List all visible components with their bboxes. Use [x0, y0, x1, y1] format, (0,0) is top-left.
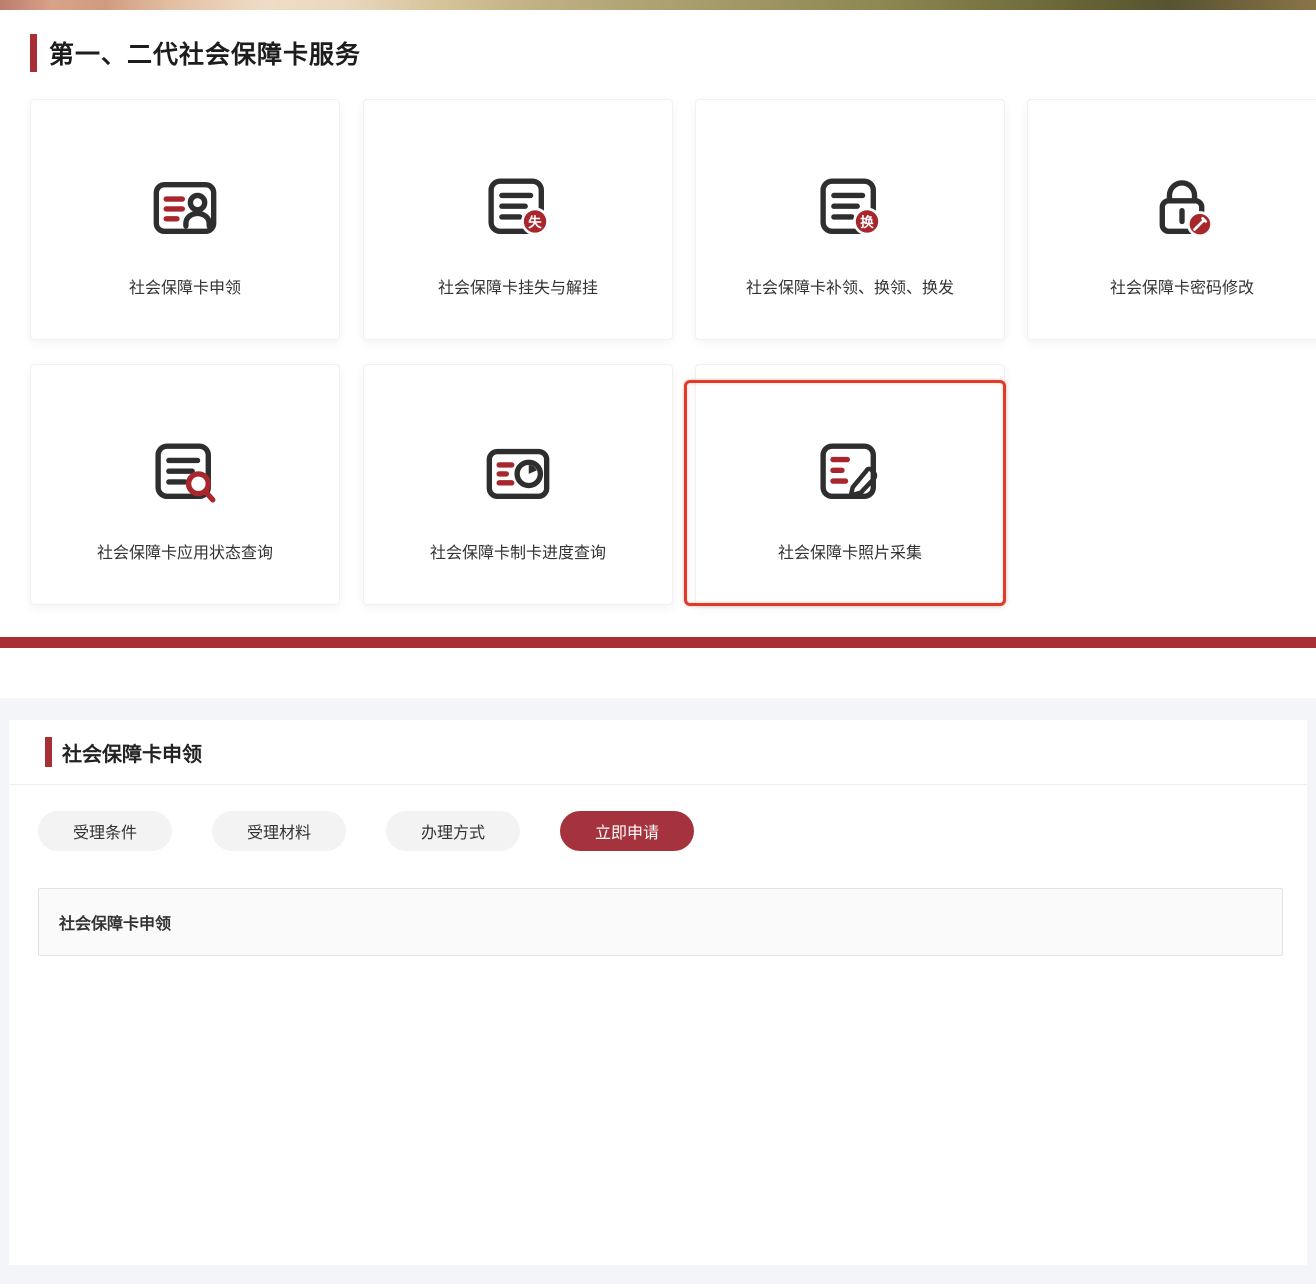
- lock-edit-icon: [1139, 160, 1225, 256]
- service-card-status-query[interactable]: 社会保障卡应用状态查询: [30, 364, 340, 605]
- panel-title: 社会保障卡申领: [62, 738, 202, 767]
- tab-required-materials[interactable]: 受理材料: [212, 811, 346, 851]
- service-card-password[interactable]: 社会保障卡密码修改: [1027, 99, 1316, 340]
- service-card-label: 社会保障卡制卡进度查询: [430, 539, 606, 563]
- service-card-replace[interactable]: 换 社会保障卡补领、换领、换发: [695, 99, 1005, 340]
- document-search-icon: [142, 425, 228, 521]
- section-title: 第一、二代社会保障卡服务: [49, 35, 361, 71]
- content-heading-box: 社会保障卡申领: [38, 888, 1283, 956]
- content-heading: 社会保障卡申领: [59, 910, 171, 934]
- page: 第一、二代社会保障卡服务 社会保障卡申领 失: [0, 0, 1316, 1284]
- detail-section-background: 社会保障卡申领 受理条件 受理材料 办理方式 立即申请 社会保障卡申领: [0, 698, 1316, 1284]
- service-card-label: 社会保障卡申领: [129, 274, 241, 298]
- svg-text:换: 换: [860, 214, 874, 230]
- tab-handling-method[interactable]: 办理方式: [386, 811, 520, 851]
- service-card-loss-report[interactable]: 失 社会保障卡挂失与解挂: [363, 99, 673, 340]
- tab-acceptance-conditions[interactable]: 受理条件: [38, 811, 172, 851]
- id-card-person-icon: [142, 160, 228, 256]
- detail-panel-header: 社会保障卡申领: [9, 720, 1307, 785]
- document-loss-badge-icon: 失: [475, 160, 561, 256]
- service-card-photo-capture[interactable]: 社会保障卡照片采集: [695, 364, 1005, 605]
- banner-image-strip: [0, 0, 1316, 10]
- service-card-label: 社会保障卡补领、换领、换发: [746, 274, 954, 298]
- document-renew-badge-icon: 换: [807, 160, 893, 256]
- service-card-label: 社会保障卡照片采集: [778, 539, 922, 563]
- tab-apply-now[interactable]: 立即申请: [560, 811, 694, 851]
- section-accent-bar: [30, 34, 37, 72]
- service-card-label: 社会保障卡挂失与解挂: [438, 274, 598, 298]
- panel-accent-bar: [45, 737, 52, 767]
- service-card-apply[interactable]: 社会保障卡申领: [30, 99, 340, 340]
- service-card-label: 社会保障卡应用状态查询: [97, 539, 273, 563]
- section-divider: [0, 637, 1316, 648]
- detail-panel: 社会保障卡申领 受理条件 受理材料 办理方式 立即申请 社会保障卡申领: [9, 720, 1307, 1265]
- service-card-progress-query[interactable]: 社会保障卡制卡进度查询: [363, 364, 673, 605]
- svg-text:失: 失: [528, 214, 542, 230]
- tab-bar: 受理条件 受理材料 办理方式 立即申请: [38, 811, 694, 851]
- service-card-label: 社会保障卡密码修改: [1110, 274, 1254, 298]
- document-edit-icon: [807, 425, 893, 521]
- card-progress-clock-icon: [475, 425, 561, 521]
- section-header: 第一、二代社会保障卡服务: [30, 34, 361, 72]
